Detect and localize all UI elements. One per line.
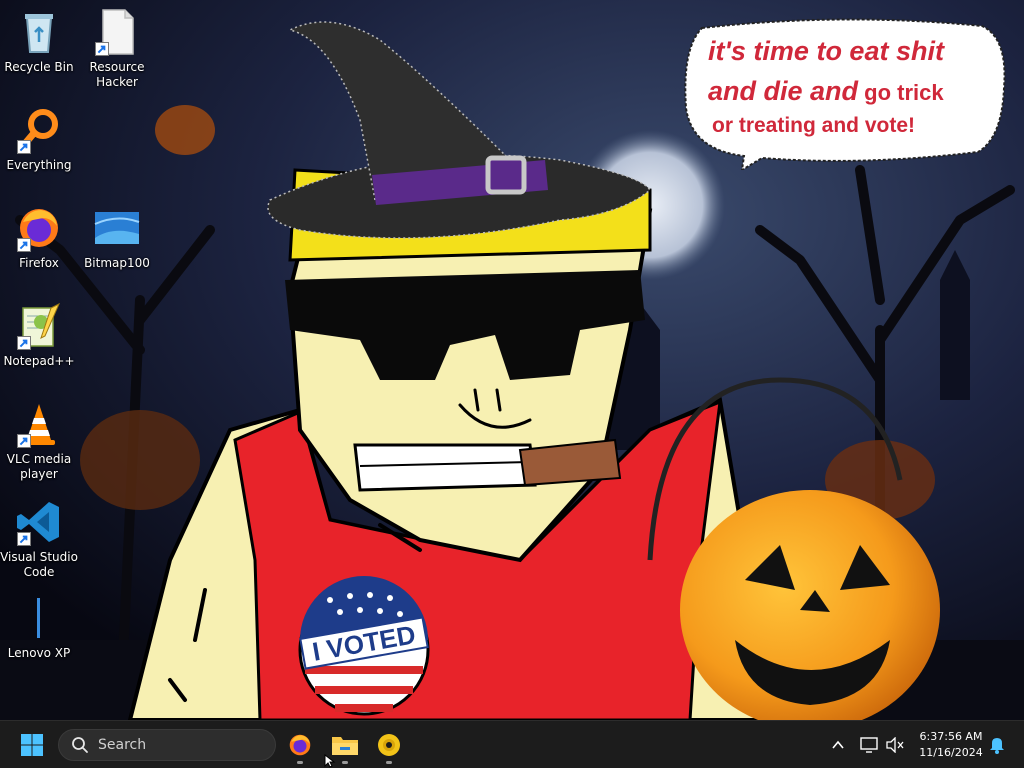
network-button[interactable] bbox=[857, 733, 881, 757]
desktop-icon-notepad-plus-plus[interactable]: Notepad++ bbox=[0, 302, 78, 369]
running-indicator bbox=[386, 761, 392, 764]
shortcut-arrow-icon bbox=[17, 532, 31, 546]
network-icon bbox=[860, 737, 878, 753]
firefox-taskbar-button[interactable] bbox=[280, 725, 320, 765]
desktop-icon-label: Lenovo XP bbox=[7, 646, 71, 660]
firefox-icon bbox=[15, 204, 63, 252]
desktop-icon-vscode[interactable]: Visual Studio Code bbox=[0, 498, 78, 580]
desktop-icon-everything[interactable]: Everything bbox=[0, 106, 78, 173]
desktop-icon-label: Everything bbox=[6, 158, 72, 172]
firefox-icon bbox=[289, 734, 311, 756]
everything-search-icon bbox=[15, 106, 63, 154]
running-indicator bbox=[297, 761, 303, 764]
desktop-icon-resource-hacker[interactable]: Resource Hacker bbox=[78, 8, 156, 90]
speech-line-3: or treating and vote! bbox=[712, 114, 916, 137]
notifications-button[interactable] bbox=[985, 733, 1009, 757]
desktop-icon-vlc[interactable]: VLC media player bbox=[0, 400, 78, 482]
desktop-icon-firefox[interactable]: Firefox bbox=[0, 204, 78, 271]
shortcut-arrow-icon bbox=[17, 336, 31, 350]
desktop-icon-recycle-bin[interactable]: Recycle Bin bbox=[0, 8, 78, 75]
speech-bubble: it's time to eat shit and die and go tri… bbox=[682, 18, 1008, 170]
volume-button[interactable] bbox=[883, 733, 907, 757]
clock-date: 11/16/2024 bbox=[919, 746, 983, 759]
desktop[interactable]: it's time to eat shit and die and go tri… bbox=[0, 0, 1024, 720]
media-disc-taskbar-button[interactable] bbox=[369, 725, 409, 765]
desktop-icon-label: Visual Studio Code bbox=[0, 550, 78, 579]
volume-muted-icon bbox=[886, 737, 904, 753]
resource-hacker-icon bbox=[93, 8, 141, 56]
vscode-icon bbox=[15, 498, 63, 546]
desktop-icon-label: Notepad++ bbox=[3, 354, 75, 368]
start-button[interactable] bbox=[12, 725, 52, 765]
shortcut-arrow-icon bbox=[17, 434, 31, 448]
notepad-plus-plus-icon bbox=[15, 302, 63, 350]
desktop-icon-label: VLC media player bbox=[6, 452, 72, 481]
taskbar: 6:37:56 AM 11/16/2024 bbox=[0, 720, 1024, 768]
search-icon bbox=[72, 737, 88, 753]
notification-bell-icon bbox=[990, 738, 1004, 754]
windows-logo-icon bbox=[21, 734, 43, 756]
desktop-icon-label: Recycle Bin bbox=[4, 60, 74, 74]
shortcut-arrow-icon bbox=[95, 42, 109, 56]
taskbar-clock[interactable]: 6:37:56 AM 11/16/2024 bbox=[912, 729, 990, 761]
mouse-cursor-icon bbox=[324, 754, 336, 768]
bitmap-image-icon bbox=[93, 204, 141, 252]
recycle-bin-icon bbox=[15, 8, 63, 56]
chevron-up-icon bbox=[832, 740, 844, 749]
vlc-cone-icon bbox=[15, 400, 63, 448]
disc-icon bbox=[378, 734, 400, 756]
show-hidden-icons-button[interactable] bbox=[826, 733, 850, 757]
taskbar-search-box[interactable] bbox=[58, 729, 276, 761]
search-input[interactable] bbox=[98, 737, 268, 753]
desktop-icon-bitmap100[interactable]: Bitmap100 bbox=[78, 204, 156, 271]
desktop-icon-lenovo-xp[interactable]: Lenovo XP bbox=[0, 594, 78, 661]
clock-time: 6:37:56 AM bbox=[919, 730, 983, 743]
running-indicator bbox=[342, 761, 348, 764]
shortcut-arrow-icon bbox=[17, 238, 31, 252]
shortcut-arrow-icon bbox=[17, 140, 31, 154]
speech-line-1: it's time to eat shit bbox=[708, 36, 944, 66]
speech-line-2: and die and go trick bbox=[708, 76, 944, 106]
lenovo-xp-icon bbox=[15, 594, 63, 642]
desktop-icon-label: Bitmap100 bbox=[84, 256, 150, 270]
